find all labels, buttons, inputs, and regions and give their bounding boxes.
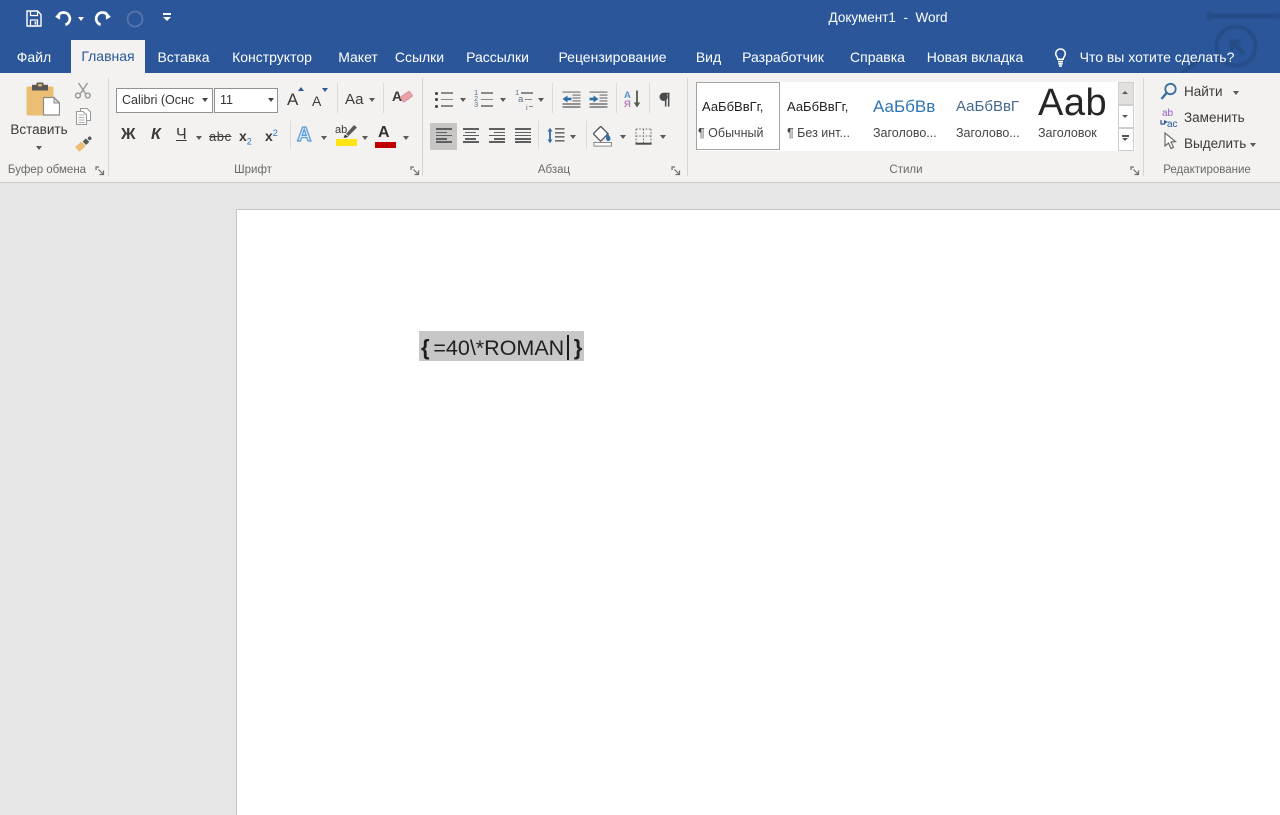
svg-text:ab: ab [335,124,347,136]
svg-text:ab: ab [1162,108,1174,119]
svg-text:ac: ac [1167,119,1178,129]
svg-text:Я: Я [624,99,631,108]
